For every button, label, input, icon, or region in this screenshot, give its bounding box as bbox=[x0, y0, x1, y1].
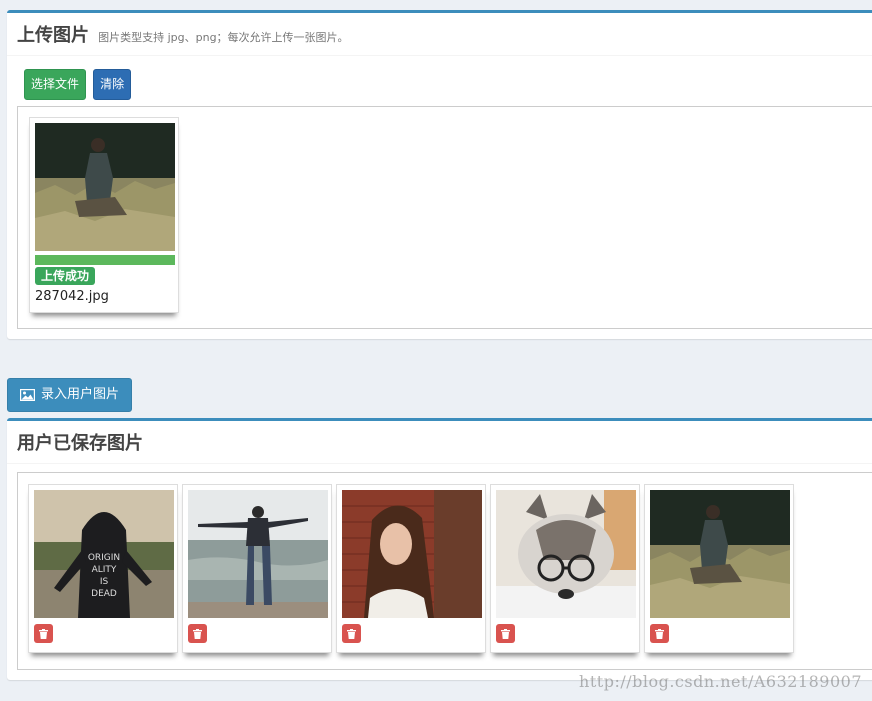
upload-status-badge: 上传成功 bbox=[35, 267, 96, 285]
svg-text:ALITY: ALITY bbox=[92, 565, 117, 575]
upload-box-header: 上传图片 图片类型支持 jpg、png；每次允许上传一张图片。 bbox=[7, 13, 872, 56]
delete-image-button[interactable] bbox=[34, 624, 53, 643]
clear-button[interactable]: 清除 bbox=[93, 69, 132, 100]
upload-toolbar: 选择文件 清除 bbox=[24, 69, 132, 100]
enter-user-image-button[interactable]: 录入用户图片 bbox=[7, 378, 133, 412]
saved-image-card: ORIGIN ALITY IS DEAD bbox=[28, 484, 178, 653]
upload-subtitle: 图片类型支持 jpg、png；每次允许上传一张图片。 bbox=[98, 31, 349, 44]
saved-image-card bbox=[182, 484, 332, 653]
saved-image-card bbox=[336, 484, 486, 653]
delete-image-button[interactable] bbox=[342, 624, 361, 643]
saved-image-card bbox=[490, 484, 640, 653]
trash-icon bbox=[347, 628, 356, 639]
trash-icon bbox=[655, 628, 664, 639]
uploaded-photo-thumbnail bbox=[35, 123, 175, 251]
upload-file-name: 287042.jpg bbox=[35, 289, 109, 304]
enter-user-image-label: 录入用户图片 bbox=[41, 387, 120, 402]
trash-icon bbox=[193, 628, 202, 639]
saved-images-panel: ORIGIN ALITY IS DEAD bbox=[17, 472, 872, 670]
svg-text:IS: IS bbox=[100, 577, 109, 587]
upload-preview-panel: 上传成功 287042.jpg bbox=[17, 106, 872, 329]
upload-title: 上传图片 bbox=[17, 25, 89, 46]
saved-image-card bbox=[644, 484, 794, 653]
saved-photo-sea-thumbnail bbox=[188, 490, 328, 618]
trash-icon bbox=[39, 628, 48, 639]
delete-image-button[interactable] bbox=[496, 624, 515, 643]
saved-photo-woman-thumbnail bbox=[342, 490, 482, 618]
saved-title: 用户已保存图片 bbox=[17, 433, 143, 454]
delete-image-button[interactable] bbox=[188, 624, 207, 643]
upload-preview-card: 上传成功 287042.jpg bbox=[29, 117, 179, 313]
saved-box-header: 用户已保存图片 bbox=[7, 421, 872, 464]
svg-text:ORIGIN: ORIGIN bbox=[88, 553, 120, 563]
saved-photo-hoodie-thumbnail: ORIGIN ALITY IS DEAD bbox=[34, 490, 174, 618]
upload-box: 上传图片 图片类型支持 jpg、png；每次允许上传一张图片。 选择文件 清除 … bbox=[7, 10, 872, 339]
watermark: http://blog.csdn.net/A632189007 bbox=[579, 672, 862, 691]
saved-images-box: 用户已保存图片 ORIGIN ALITY IS DEAD bbox=[7, 418, 872, 680]
choose-file-button[interactable]: 选择文件 bbox=[24, 69, 87, 100]
upload-progress-bar bbox=[35, 255, 175, 265]
svg-text:DEAD: DEAD bbox=[91, 589, 117, 599]
trash-icon bbox=[501, 628, 510, 639]
saved-photo-dog-thumbnail bbox=[496, 490, 636, 618]
saved-photo-grass-thumbnail bbox=[650, 490, 790, 618]
delete-image-button[interactable] bbox=[650, 624, 669, 643]
image-icon bbox=[20, 389, 35, 401]
